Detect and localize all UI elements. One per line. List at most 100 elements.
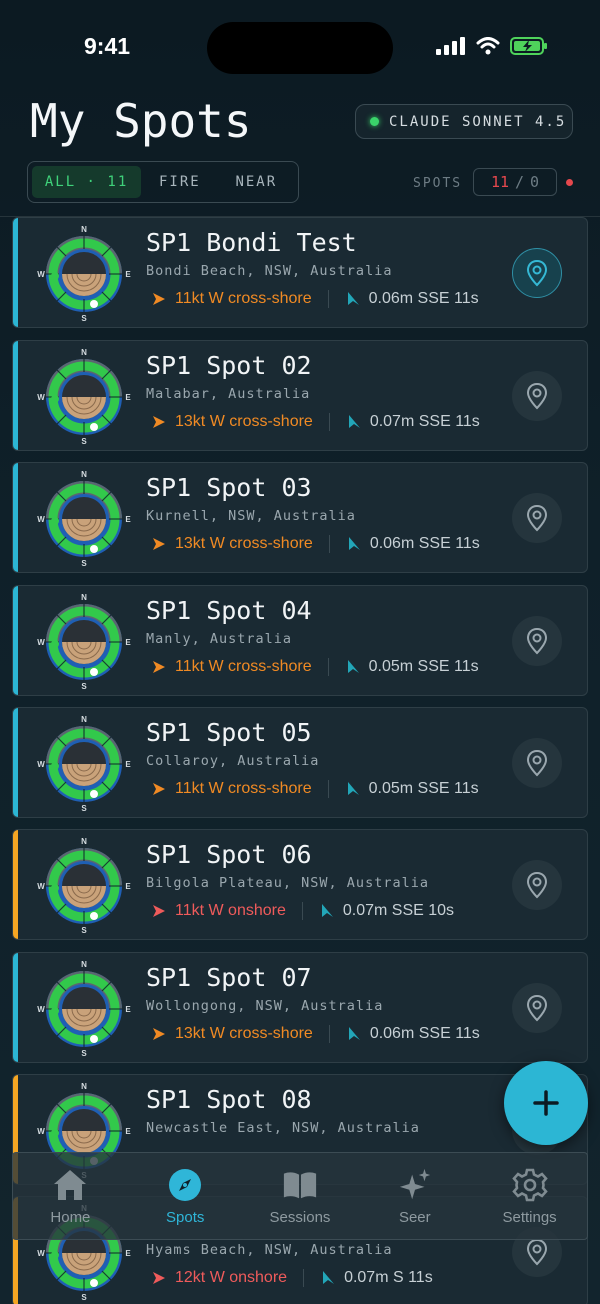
swell-text: 0.06m SSE 11s	[368, 290, 479, 307]
swell-text: 0.06m SSE 11s	[369, 1025, 480, 1042]
metric-divider	[328, 413, 330, 431]
swell-arrow-icon	[348, 1027, 360, 1040]
spots-label: SPOTS	[413, 176, 463, 191]
spot-location: Newcastle East, NSW, Australia	[146, 1120, 420, 1136]
wind-text: 13kt W cross-shore	[175, 413, 313, 430]
spot-card[interactable]: N S W E SP1 Spot 06 Bilgola Plateau, NSW…	[12, 829, 588, 940]
tab-spots[interactable]: Spots	[128, 1153, 243, 1239]
spot-card[interactable]: N S W E SP1 Spot 07 Wollongong, NSW, Aus…	[12, 952, 588, 1063]
svg-text:E: E	[125, 882, 131, 891]
spot-card[interactable]: N S W E SP1 Spot 04 Manly, Australia 11k…	[12, 585, 588, 696]
svg-text:E: E	[125, 1127, 131, 1136]
spot-metrics: 11kt W cross-shore 0.05m SSE 11s	[151, 780, 479, 798]
spot-metrics: 11kt W cross-shore 0.06m SSE 11s	[151, 290, 479, 308]
map-pin-button[interactable]	[512, 616, 562, 666]
spot-accent-bar	[13, 341, 18, 450]
svg-text:S: S	[81, 926, 87, 934]
spot-location: Hyams Beach, NSW, Australia	[146, 1242, 393, 1258]
tab-sessions[interactable]: Sessions	[243, 1153, 358, 1239]
metric-divider	[327, 658, 329, 676]
wind-text: 13kt W cross-shore	[175, 1025, 313, 1042]
svg-text:W: W	[37, 882, 45, 891]
swell-metric: 0.07m S 11s	[320, 1269, 433, 1287]
spot-location: Collaroy, Australia	[146, 753, 320, 769]
wind-text: 11kt W cross-shore	[175, 290, 312, 307]
swell-arrow-icon	[348, 415, 360, 428]
svg-text:W: W	[37, 1249, 45, 1258]
wind-compass-icon: N S W E	[37, 837, 131, 934]
tab-settings[interactable]: Settings	[472, 1153, 587, 1239]
svg-text:S: S	[81, 559, 87, 567]
tab-seer[interactable]: Seer	[357, 1153, 472, 1239]
map-pin-button[interactable]	[512, 248, 562, 298]
wind-arrow-icon	[153, 293, 165, 305]
svg-text:E: E	[125, 393, 131, 402]
model-badge[interactable]: CLAUDE SONNET 4.5	[355, 104, 573, 139]
map-pin-icon	[526, 382, 548, 410]
signal-icon	[436, 37, 465, 55]
compass-icon	[167, 1167, 203, 1203]
status-icons	[436, 36, 548, 56]
metric-divider	[303, 1269, 305, 1287]
swell-text: 0.07m SSE 11s	[369, 413, 480, 430]
svg-text:E: E	[125, 1249, 131, 1258]
spot-accent-bar	[13, 708, 18, 817]
map-pin-icon	[526, 504, 548, 532]
swell-arrow-icon	[347, 292, 359, 305]
svg-text:W: W	[37, 638, 45, 647]
wind-metric: 11kt W cross-shore	[151, 290, 312, 308]
spot-card[interactable]: N S W E SP1 Spot 05 Collaroy, Australia …	[12, 707, 588, 818]
svg-text:N: N	[81, 470, 87, 479]
map-pin-button[interactable]	[512, 493, 562, 543]
spot-accent-bar	[13, 586, 18, 695]
spot-location: Bondi Beach, NSW, Australia	[146, 263, 393, 279]
book-icon	[282, 1167, 318, 1203]
metric-divider	[327, 290, 329, 308]
map-pin-icon	[526, 627, 548, 655]
swell-text: 0.05m SSE 11s	[368, 658, 479, 675]
map-pin-button[interactable]	[512, 860, 562, 910]
wind-compass-icon: N S W E	[37, 960, 131, 1057]
swell-text: 0.07m S 11s	[344, 1269, 433, 1286]
filter-tab-near[interactable]: NEAR	[219, 166, 294, 198]
wind-text: 12kt W onshore	[175, 1269, 288, 1286]
spot-card[interactable]: N S W E SP1 Spot 02 Malabar, Australia 1…	[12, 340, 588, 451]
spot-card[interactable]: N S W E SP1 Bondi Test Bondi Beach, NSW,…	[12, 217, 588, 328]
wind-arrow-icon	[153, 1272, 165, 1284]
spot-name: SP1 Spot 06	[146, 840, 312, 869]
svg-text:E: E	[125, 638, 131, 647]
spot-accent-bar	[13, 953, 18, 1062]
map-pin-button[interactable]	[512, 983, 562, 1033]
spot-name: SP1 Spot 07	[146, 963, 312, 992]
swell-metric: 0.05m SSE 11s	[345, 780, 479, 798]
wind-arrow-icon	[153, 538, 165, 550]
tab-home[interactable]: Home	[13, 1153, 128, 1239]
svg-text:N: N	[81, 593, 87, 602]
wind-arrow-icon	[153, 905, 165, 917]
alert-dot	[566, 179, 573, 186]
wind-compass-icon: N S W E	[37, 593, 131, 690]
tab-label: Home	[50, 1208, 91, 1226]
filter-tab-fire[interactable]: FIRE	[145, 166, 214, 198]
svg-text:S: S	[81, 804, 87, 812]
svg-text:N: N	[81, 960, 87, 969]
metric-divider	[301, 902, 303, 920]
swell-text: 0.07m SSE 10s	[342, 902, 455, 919]
spots-separator: /	[515, 173, 525, 191]
status-time: 9:41	[84, 33, 131, 59]
gear-icon	[511, 1167, 548, 1203]
spot-metrics: 13kt W cross-shore 0.07m SSE 11s	[151, 413, 480, 431]
map-pin-button[interactable]	[512, 738, 562, 788]
spot-metrics: 11kt W cross-shore 0.05m SSE 11s	[151, 658, 479, 676]
svg-text:E: E	[125, 1005, 131, 1014]
swell-metric: 0.06m SSE 11s	[346, 1025, 480, 1043]
map-pin-button[interactable]	[512, 371, 562, 421]
filter-tab-all[interactable]: ALL · 11	[32, 166, 142, 198]
svg-text:W: W	[37, 270, 45, 279]
wind-metric: 11kt W cross-shore	[151, 658, 312, 676]
spot-card[interactable]: N S W E SP1 Spot 03 Kurnell, NSW, Austra…	[12, 462, 588, 573]
swell-arrow-icon	[347, 782, 359, 795]
add-spot-button[interactable]	[504, 1061, 588, 1145]
svg-text:N: N	[81, 348, 87, 357]
wind-text: 13kt W cross-shore	[175, 535, 313, 552]
